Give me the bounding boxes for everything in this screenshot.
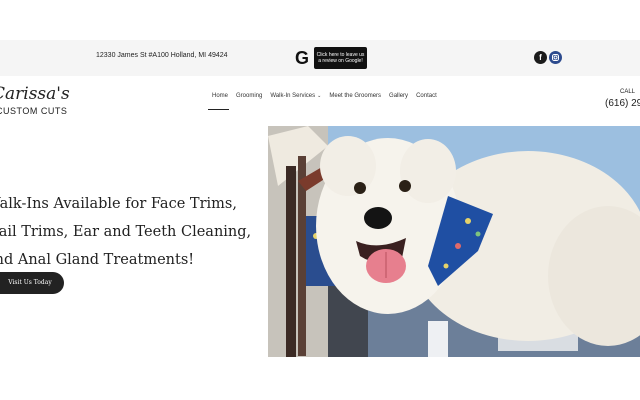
google-review-button[interactable]: Click here to leave us a review on Googl… <box>314 47 367 69</box>
facebook-icon[interactable]: f <box>534 51 547 64</box>
instagram-icon[interactable] <box>549 51 562 64</box>
nav-home[interactable]: Home <box>208 92 232 110</box>
visit-us-button[interactable]: Visit Us Today <box>0 272 64 294</box>
hero-line-3: and Anal Gland Treatments! <box>0 252 195 268</box>
main-nav: Home Grooming Walk-In Services ⌄ Meet the… <box>208 92 441 110</box>
hero-line-2: Nail Trims, Ear and Teeth Cleaning, <box>0 224 252 240</box>
nav-walk-in-label: Walk-In Services <box>270 93 316 99</box>
dog-photo <box>268 126 640 357</box>
nav-walk-in-services[interactable]: Walk-In Services ⌄ <box>266 92 325 106</box>
review-line-2: a review on Google! <box>318 58 363 64</box>
call-label: CALL <box>620 89 636 95</box>
hero-line-1: Walk-Ins Available for Face Trims, <box>0 196 237 212</box>
top-info-bar: 12330 James St #A100 Holland, MI 49424 G… <box>0 40 640 76</box>
chevron-down-icon: ⌄ <box>317 93 322 99</box>
site-header: Carissa's CUSTOM CUTS Home Grooming Walk… <box>0 76 640 124</box>
site-logo[interactable]: Carissa's CUSTOM CUTS <box>0 84 72 120</box>
logo-subtitle: CUSTOM CUTS <box>0 106 68 116</box>
logo-script-text: Carissa's <box>0 84 70 104</box>
phone-number[interactable]: (616) 29 <box>605 98 640 109</box>
business-address: 12330 James St #A100 Holland, MI 49424 <box>96 52 228 59</box>
hero-heading: Walk-Ins Available for Face Trims, Nail … <box>0 190 256 274</box>
nav-contact[interactable]: Contact <box>412 92 441 106</box>
google-icon[interactable]: G <box>293 49 311 67</box>
nav-grooming[interactable]: Grooming <box>232 92 266 106</box>
nav-meet-the-groomers[interactable]: Meet the Groomers <box>325 92 385 106</box>
nav-gallery[interactable]: Gallery <box>385 92 412 106</box>
